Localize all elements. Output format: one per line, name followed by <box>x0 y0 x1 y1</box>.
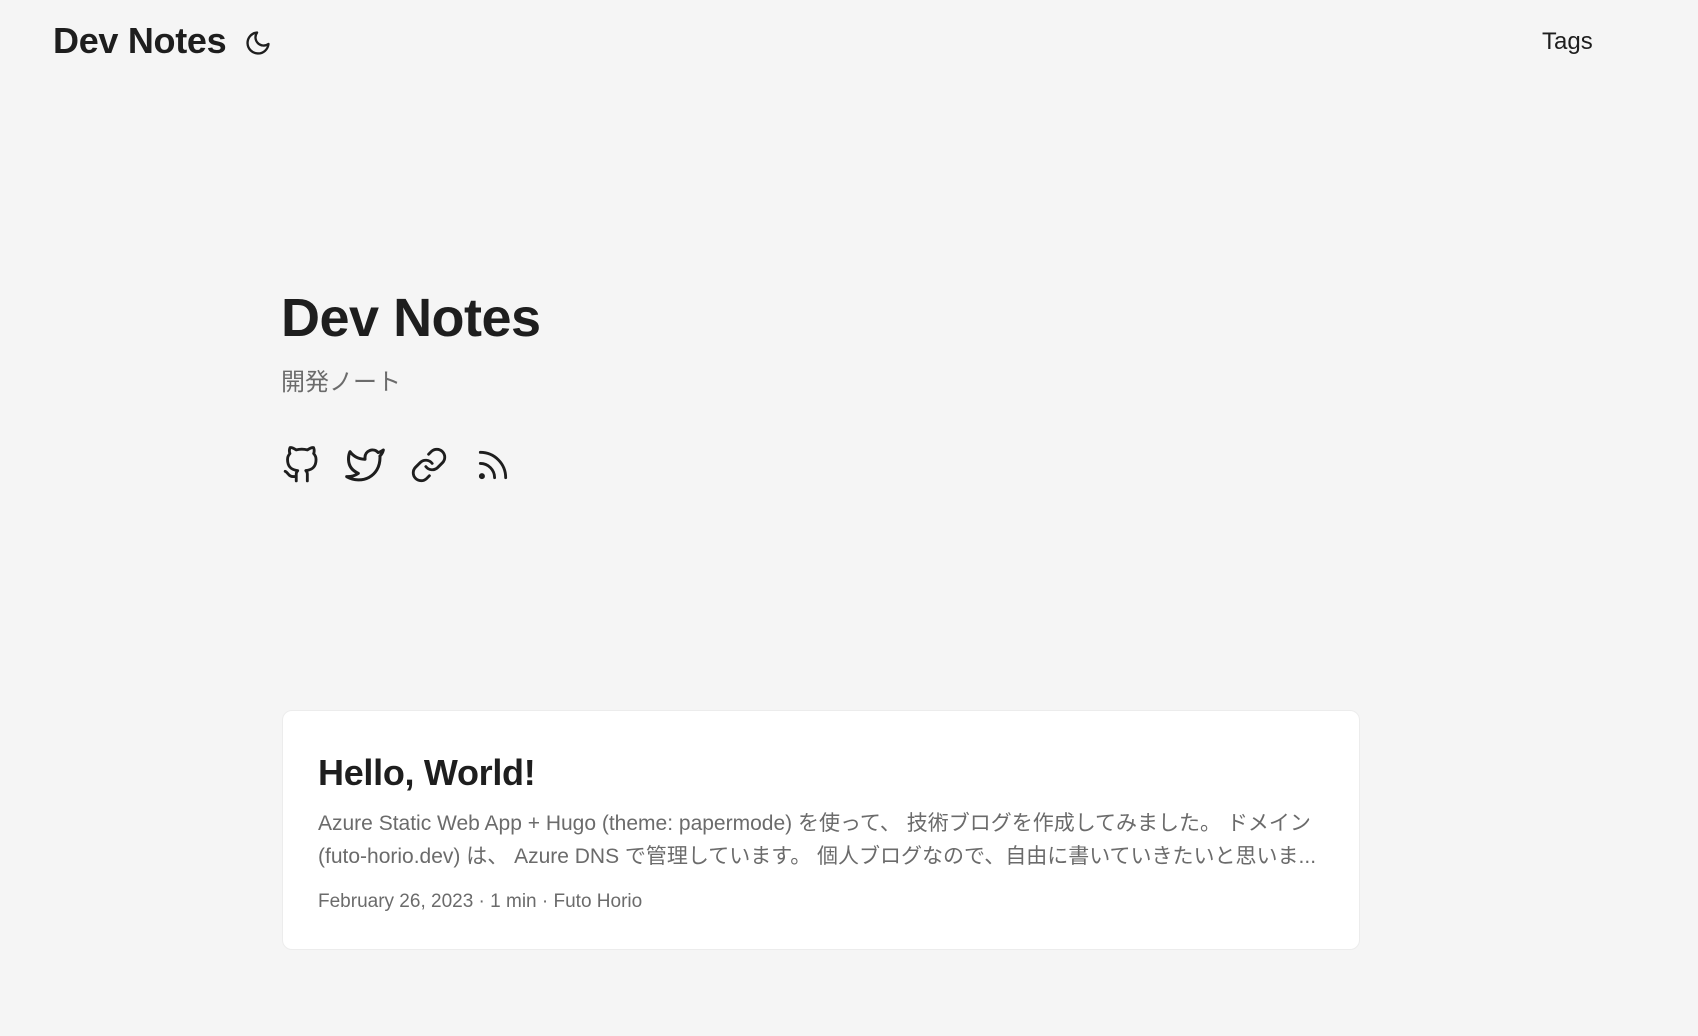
link-icon[interactable] <box>409 444 449 486</box>
post-meta: February 26, 2023 · 1 min · Futo Horio <box>318 891 643 912</box>
twitter-icon[interactable] <box>345 444 385 486</box>
moon-icon[interactable] <box>243 28 273 58</box>
github-icon[interactable] <box>281 444 321 486</box>
hero-title: Dev Notes <box>281 288 541 348</box>
nav-link-tags[interactable]: Tags <box>1542 28 1593 56</box>
post-title[interactable]: Hello, World! <box>318 751 536 795</box>
home-info: Dev Notes 開発ノート <box>281 284 1361 400</box>
rss-icon[interactable] <box>473 444 513 486</box>
site-logo[interactable]: Dev Notes <box>53 20 227 62</box>
social-icons <box>281 444 513 486</box>
post-summary: Azure Static Web App + Hugo (theme: pape… <box>318 812 1317 868</box>
site-header: Dev Notes Tags <box>0 0 1698 86</box>
post-entry[interactable]: Hello, World! Azure Static Web App + Hug… <box>282 710 1360 950</box>
hero-subtitle: 開発ノート <box>281 369 401 396</box>
